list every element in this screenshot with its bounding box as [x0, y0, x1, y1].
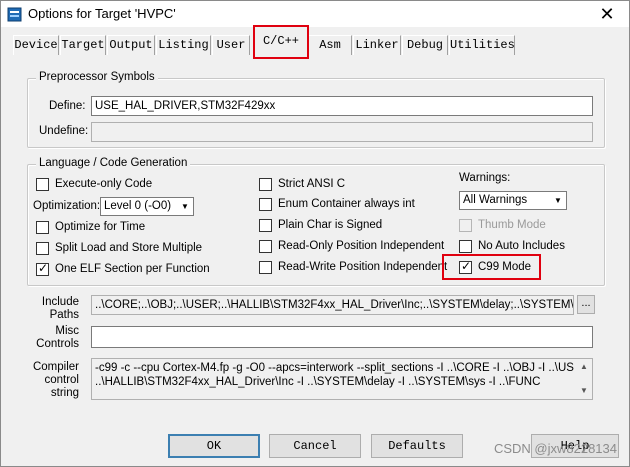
enum-container-label: Enum Container always int — [278, 198, 415, 210]
include-paths-input[interactable]: ..\CORE;..\OBJ;..\USER;..\HALLIB\STM32F4… — [91, 295, 574, 315]
enum-container-checkbox[interactable]: Enum Container always int — [259, 196, 415, 212]
tab-utilities[interactable]: Utilities — [449, 35, 515, 55]
tab-output[interactable]: Output — [107, 35, 155, 55]
compiler-control-string[interactable]: -c99 -c --cpu Cortex-M4.fp -g -O0 --apcs… — [91, 358, 593, 400]
chevron-down-icon[interactable]: ▼ — [550, 192, 566, 209]
compiler-label-line3: string — [50, 387, 79, 399]
strict-ansi-label: Strict ANSI C — [278, 178, 346, 190]
c99-mode-label: C99 Mode — [478, 261, 532, 273]
c99-mode-checkbox[interactable]: C99 Mode — [459, 259, 531, 275]
compiler-string-scrollbar[interactable]: ▲ ▼ — [576, 359, 592, 399]
checkbox-box — [259, 239, 272, 253]
scroll-up-icon[interactable]: ▲ — [576, 359, 592, 375]
scroll-down-icon[interactable]: ▼ — [576, 383, 592, 399]
ro-position-label: Read-Only Position Independent — [278, 240, 445, 252]
close-icon[interactable]: ✕ — [593, 2, 621, 26]
checkbox-box — [36, 241, 49, 255]
optimization-label: Optimization: — [33, 200, 101, 212]
options-dialog: Options for Target 'HVPC' ✕ Device Targe… — [0, 0, 630, 467]
ok-button[interactable]: OK — [168, 434, 260, 458]
include-label-line1: Include — [41, 296, 79, 308]
compiler-label-line2: control — [44, 374, 79, 386]
tab-c-cpp[interactable]: C/C++ — [255, 31, 307, 57]
checkbox-box — [259, 218, 272, 232]
thumb-mode-checkbox[interactable]: Thumb Mode — [459, 217, 546, 233]
include-label-line2: Paths — [49, 309, 79, 321]
checkbox-box-checked — [36, 261, 49, 276]
rw-position-label: Read-Write Position Independent — [278, 261, 448, 273]
browse-include-button[interactable]: ... — [577, 295, 595, 314]
ro-position-checkbox[interactable]: Read-Only Position Independent — [259, 238, 444, 254]
misc-controls-input[interactable] — [91, 326, 593, 348]
tab-asm[interactable]: Asm — [308, 35, 352, 55]
define-label: Define: — [49, 100, 86, 112]
checkbox-box — [459, 218, 472, 232]
misc-label-line2: Controls — [36, 338, 79, 350]
compiler-label-line1: Compiler — [32, 361, 79, 373]
tab-target[interactable]: Target — [60, 35, 106, 55]
optimization-value: Level 0 (-O0) — [104, 200, 172, 212]
compiler-string-line2: ..\HALLIB\STM32F4xx_HAL_Driver\Inc -I ..… — [95, 376, 541, 388]
execute-only-checkbox[interactable]: Execute-only Code — [36, 176, 152, 192]
one-elf-checkbox[interactable]: One ELF Section per Function — [36, 261, 210, 277]
chevron-down-icon[interactable]: ▼ — [177, 198, 193, 215]
checkbox-box — [259, 177, 272, 191]
warnings-label: Warnings: — [459, 172, 511, 184]
checkbox-box — [259, 260, 272, 274]
defaults-button[interactable]: Defaults — [371, 434, 463, 458]
checkbox-box — [36, 177, 49, 191]
compiler-string-line1: -c99 -c --cpu Cortex-M4.fp -g -O0 --apcs… — [95, 362, 574, 374]
tab-user[interactable]: User — [212, 35, 250, 55]
checkbox-box — [259, 197, 272, 211]
window-title: Options for Target 'HVPC' — [28, 6, 176, 21]
execute-only-label: Execute-only Code — [55, 178, 153, 190]
tab-device[interactable]: Device — [13, 35, 59, 55]
tab-debug[interactable]: Debug — [402, 35, 448, 55]
no-auto-includes-checkbox[interactable]: No Auto Includes — [459, 238, 565, 254]
cancel-button[interactable]: Cancel — [269, 434, 361, 458]
optimize-time-label: Optimize for Time — [55, 221, 146, 233]
checkbox-box — [36, 220, 49, 234]
keil-app-icon — [7, 7, 22, 22]
preprocessor-group-title: Preprocessor Symbols — [36, 71, 158, 83]
define-input[interactable]: USE_HAL_DRIVER,STM32F429xx — [91, 96, 593, 116]
tab-listing[interactable]: Listing — [156, 35, 211, 55]
misc-label-line1: Misc — [55, 325, 79, 337]
split-load-checkbox[interactable]: Split Load and Store Multiple — [36, 240, 202, 256]
strict-ansi-checkbox[interactable]: Strict ANSI C — [259, 176, 345, 192]
optimization-select[interactable]: Level 0 (-O0) ▼ — [100, 197, 194, 216]
optimize-time-checkbox[interactable]: Optimize for Time — [36, 219, 145, 235]
tab-linker[interactable]: Linker — [353, 35, 401, 55]
undefine-input[interactable] — [91, 122, 593, 142]
warnings-value: All Warnings — [463, 194, 528, 206]
checkbox-box — [459, 239, 472, 253]
language-group-title: Language / Code Generation — [36, 157, 191, 169]
title-bar[interactable]: Options for Target 'HVPC' ✕ — [1, 1, 629, 27]
checkbox-box-checked — [459, 259, 472, 274]
thumb-mode-label: Thumb Mode — [478, 219, 546, 231]
split-load-label: Split Load and Store Multiple — [55, 242, 203, 254]
plain-char-label: Plain Char is Signed — [278, 219, 383, 231]
no-auto-includes-label: No Auto Includes — [478, 240, 565, 252]
csdn-watermark: CSDN @jxw8228134 — [493, 441, 617, 456]
plain-char-checkbox[interactable]: Plain Char is Signed — [259, 217, 382, 233]
tab-strip: Device Target Output Listing User C/C++ … — [1, 27, 629, 57]
one-elf-label: One ELF Section per Function — [55, 263, 210, 275]
rw-position-checkbox[interactable]: Read-Write Position Independent — [259, 259, 447, 275]
warnings-select[interactable]: All Warnings ▼ — [459, 191, 567, 210]
undefine-label: Undefine: — [39, 125, 89, 137]
